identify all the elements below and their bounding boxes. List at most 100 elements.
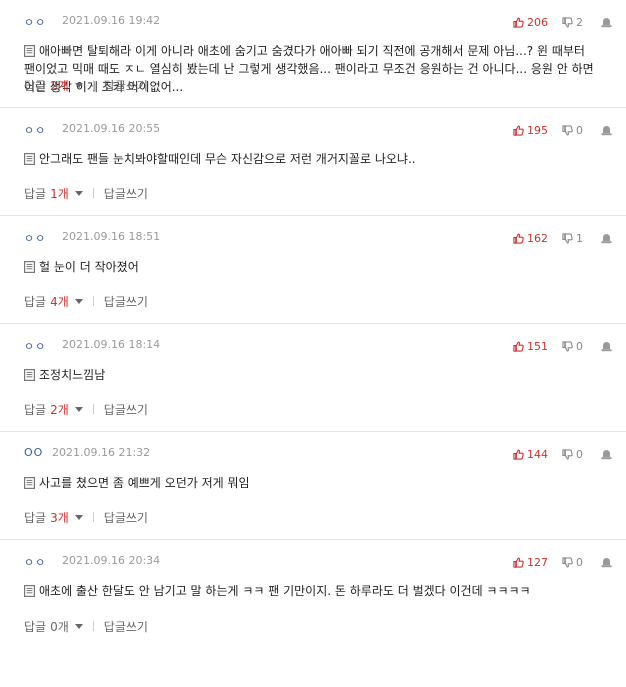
siren-icon: [601, 18, 612, 28]
write-reply-link[interactable]: 답글쓰기: [104, 509, 148, 526]
reply-count: 3개: [50, 510, 69, 525]
comment-header: ㅇㅇ 2021.09.16 20:34 127 0: [24, 554, 612, 570]
report-button[interactable]: [601, 16, 612, 28]
comment-text: 안그래도 팬들 눈치봐야할때인데 무슨 자신감으로 저런 개거지꼴로 나오냐..: [39, 152, 416, 166]
thumbs-down-icon: [562, 232, 573, 243]
reply-label: 답글: [24, 510, 47, 525]
thumbs-up-icon: [513, 341, 524, 352]
comment-author[interactable]: ㅇㅇ: [24, 230, 46, 246]
reply-count: 1개: [50, 186, 69, 201]
comment-item: ㅇㅇ 2021.09.16 20:55 195 0 안그래도 팬들 눈치봐야할때…: [0, 108, 626, 216]
upvote-button[interactable]: 195: [513, 124, 548, 137]
downvote-count: 0: [576, 339, 583, 353]
comment-header: ㅇㅇ 2021.09.16 20:55 195 0: [24, 122, 612, 138]
siren-icon: [601, 558, 612, 568]
upvote-count: 162: [527, 231, 548, 245]
document-icon: [24, 585, 35, 597]
comment-footer: 답글 2개 답글쓰기: [24, 77, 148, 93]
report-button[interactable]: [601, 556, 612, 568]
comment-date: 2021.09.16 20:34: [62, 554, 161, 567]
thumbs-down-icon: [562, 16, 573, 27]
report-button[interactable]: [601, 448, 612, 460]
comment-footer: 답글 4개 답글쓰기: [24, 293, 148, 309]
caret-down-icon: [74, 624, 83, 629]
thumbs-down-icon: [562, 556, 573, 567]
upvote-button[interactable]: 162: [513, 232, 548, 245]
comment-header: ㅇㅇ 2021.09.16 19:42 206 2: [24, 14, 612, 30]
siren-icon: [601, 450, 612, 460]
reply-toggle[interactable]: 답글 4개: [24, 293, 83, 310]
comment-date: 2021.09.16 18:14: [62, 338, 161, 351]
thumbs-down-icon: [562, 340, 573, 351]
report-button[interactable]: [601, 340, 612, 352]
caret-down-icon: [74, 83, 83, 88]
caret-down-icon: [74, 407, 83, 412]
divider: [92, 404, 94, 414]
upvote-button[interactable]: 206: [513, 16, 548, 29]
thumbs-up-icon: [513, 233, 524, 244]
comment-date: 2021.09.16 19:42: [62, 14, 161, 27]
write-reply-link[interactable]: 답글쓰기: [104, 185, 148, 202]
downvote-count: 0: [576, 555, 583, 569]
write-reply-link[interactable]: 답글쓰기: [104, 77, 148, 94]
reply-label: 답글: [24, 186, 47, 201]
comment-item: ㅇㅇ 2021.09.16 19:42 206 2 애아빠면 탈퇴해라 이게 아…: [0, 0, 626, 108]
write-reply-link[interactable]: 답글쓰기: [104, 618, 148, 635]
divider: [92, 80, 94, 90]
upvote-button[interactable]: 144: [513, 448, 548, 461]
vote-area: 206 2: [513, 14, 612, 30]
caret-down-icon: [74, 299, 83, 304]
reply-toggle[interactable]: 답글 0개: [24, 618, 83, 635]
comment-header: ㅇㅇ 2021.09.16 18:51 162 1: [24, 230, 612, 246]
comment-author[interactable]: OO: [24, 446, 43, 459]
reply-label: 답글: [24, 78, 47, 93]
thumbs-up-icon: [513, 17, 524, 28]
document-icon: [24, 153, 35, 165]
comment-date: 2021.09.16 20:55: [62, 122, 161, 135]
downvote-button[interactable]: 0: [562, 556, 583, 569]
upvote-button[interactable]: 127: [513, 556, 548, 569]
comment-body: 애초에 출산 한달도 안 남기고 말 하는게 ㅋㅋ 팬 기만이지. 돈 하루라도…: [24, 582, 606, 600]
comment-item: OO 2021.09.16 21:32 144 0 사고를 쳤으면 좀 예쁘게 …: [0, 432, 626, 540]
downvote-button[interactable]: 0: [562, 448, 583, 461]
comment-body: 안그래도 팬들 눈치봐야할때인데 무슨 자신감으로 저런 개거지꼴로 나오냐..: [24, 150, 606, 168]
downvote-button[interactable]: 0: [562, 124, 583, 137]
comment-text: 조정치느낌남: [39, 368, 106, 382]
upvote-button[interactable]: 151: [513, 340, 548, 353]
comment-body: 사고를 쳤으면 좀 예쁘게 오던가 저게 뭐임: [24, 474, 606, 492]
report-button[interactable]: [601, 232, 612, 244]
comment-item: ㅇㅇ 2021.09.16 18:14 151 0 조정치느낌남 답글 2개 답…: [0, 324, 626, 432]
document-icon: [24, 369, 35, 381]
report-button[interactable]: [601, 124, 612, 136]
downvote-count: 1: [576, 231, 583, 245]
vote-area: 162 1: [513, 230, 612, 246]
document-icon: [24, 477, 35, 489]
comment-author[interactable]: ㅇㅇ: [24, 554, 46, 570]
reply-toggle[interactable]: 답글 1개: [24, 185, 83, 202]
reply-toggle[interactable]: 답글 3개: [24, 509, 83, 526]
vote-area: 144 0: [513, 446, 612, 462]
comment-author[interactable]: ㅇㅇ: [24, 14, 46, 30]
reply-count: 4개: [50, 294, 69, 309]
comment-author[interactable]: ㅇㅇ: [24, 338, 46, 354]
comment-footer: 답글 3개 답글쓰기: [24, 509, 148, 525]
thumbs-up-icon: [513, 557, 524, 568]
divider: [92, 512, 94, 522]
upvote-count: 151: [527, 339, 548, 353]
document-icon: [24, 45, 35, 57]
downvote-count: 0: [576, 447, 583, 461]
reply-count: 2개: [50, 78, 69, 93]
reply-toggle[interactable]: 답글 2개: [24, 77, 83, 94]
comment-footer: 답글 1개 답글쓰기: [24, 185, 148, 201]
downvote-button[interactable]: 1: [562, 232, 583, 245]
comment-author[interactable]: ㅇㅇ: [24, 122, 46, 138]
write-reply-link[interactable]: 답글쓰기: [104, 401, 148, 418]
downvote-button[interactable]: 2: [562, 16, 583, 29]
comment-footer: 답글 0개 답글쓰기: [24, 618, 148, 634]
document-icon: [24, 261, 35, 273]
write-reply-link[interactable]: 답글쓰기: [104, 293, 148, 310]
caret-down-icon: [74, 515, 83, 520]
comment-item: ㅇㅇ 2021.09.16 20:34 127 0 애초에 출산 한달도 안 남…: [0, 540, 626, 648]
reply-toggle[interactable]: 답글 2개: [24, 401, 83, 418]
downvote-button[interactable]: 0: [562, 340, 583, 353]
